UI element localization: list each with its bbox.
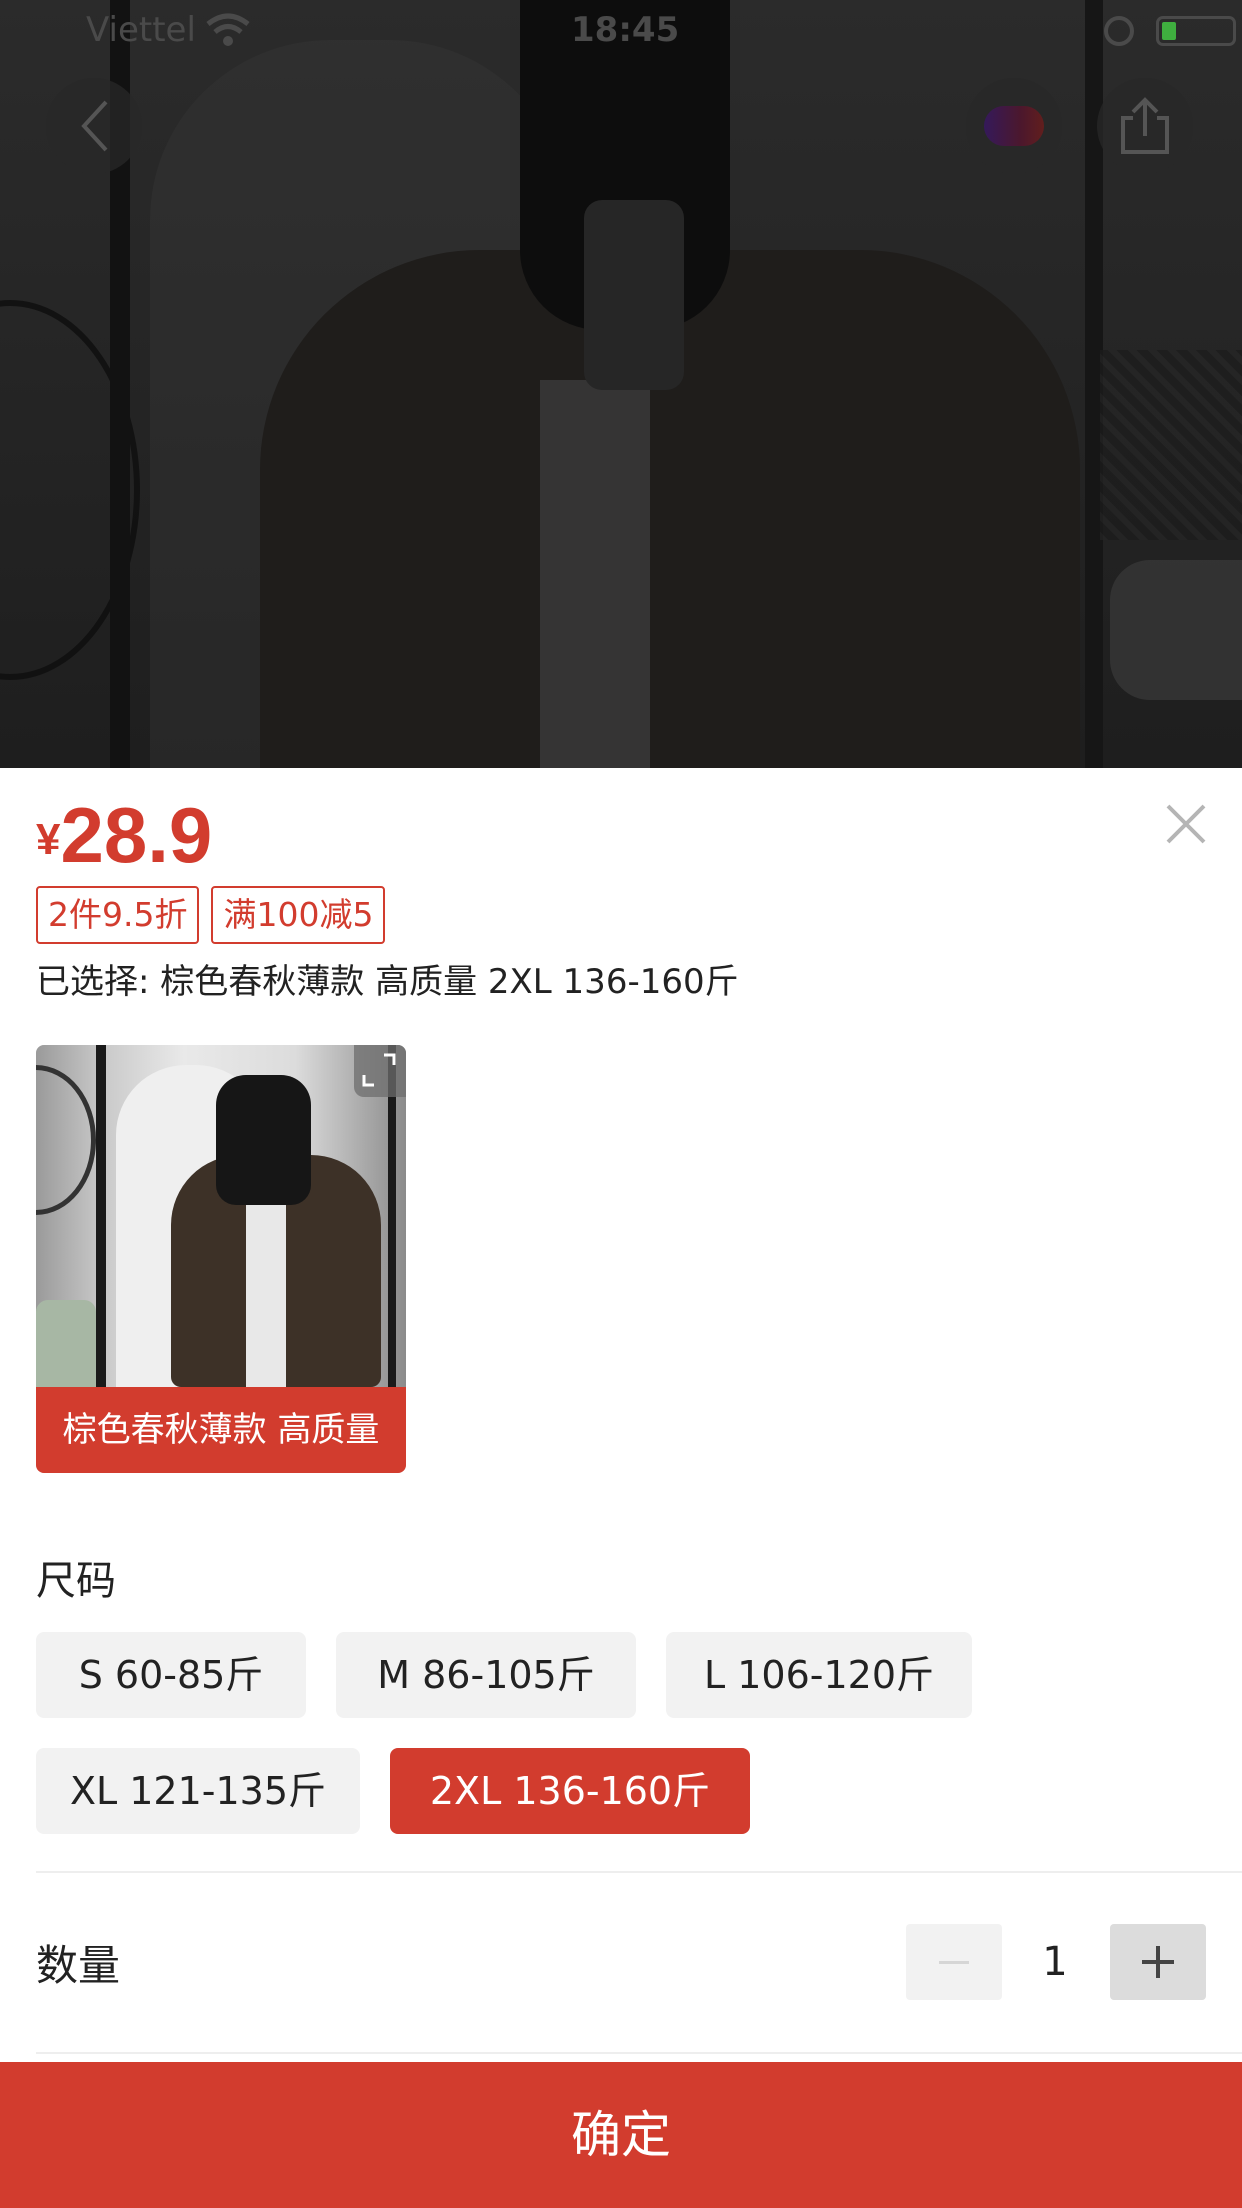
photo-hoodie-shape [540, 380, 650, 768]
color-option-image [36, 1045, 406, 1387]
share-icon [1121, 97, 1169, 154]
thumb-shirt-shape [246, 1175, 286, 1387]
expand-button[interactable] [354, 1045, 406, 1097]
thumb-hair-shape [216, 1075, 311, 1205]
avatar [984, 106, 1044, 146]
size-option-xl[interactable]: XL 121-135斤 [36, 1748, 360, 1834]
thumb-jar-shape [36, 1300, 96, 1387]
orientation-lock-icon [1104, 16, 1134, 46]
status-bar: Viettel 18:45 [0, 0, 1242, 60]
price: ¥28.9 [36, 790, 212, 881]
size-option-m[interactable]: M 86-105斤 [336, 1632, 636, 1718]
divider [36, 1871, 1242, 1873]
thumb-mirror-frame [96, 1045, 106, 1387]
battery-icon [1156, 16, 1236, 46]
color-option[interactable]: 棕色春秋薄款 高质量 [36, 1045, 406, 1473]
quantity-value[interactable]: 1 [1002, 1924, 1108, 2000]
size-option-l[interactable]: L 106-120斤 [666, 1632, 972, 1718]
product-photo-backdrop: Viettel 18:45 [0, 0, 1242, 768]
size-option-s[interactable]: S 60-85斤 [36, 1632, 306, 1718]
status-carrier: Viettel [86, 10, 196, 50]
photo-rug-shape [1100, 350, 1242, 540]
back-button[interactable] [46, 78, 142, 174]
plus-icon-stem [1156, 1946, 1160, 1978]
minus-icon [939, 1961, 969, 1964]
price-currency: ¥ [36, 815, 61, 864]
promo-tag: 2件9.5折 [36, 886, 200, 944]
chevron-left-icon [81, 100, 108, 152]
sku-selection-sheet: ¥28.9 2件9.5折 满100减5 已选择: 棕色春秋薄款 高质量 2XL … [0, 768, 1242, 2208]
status-time: 18:45 [571, 10, 680, 50]
shop-avatar-button[interactable] [966, 78, 1062, 174]
photo-phone-shape [584, 200, 684, 390]
wifi-icon [206, 13, 250, 46]
price-value: 28.9 [60, 791, 213, 879]
size-section-title: 尺码 [36, 1558, 116, 1604]
color-option-label: 棕色春秋薄款 高质量 [36, 1387, 406, 1473]
size-option-2xl[interactable]: 2XL 136-160斤 [390, 1748, 750, 1834]
promo-tag: 满100减5 [211, 886, 386, 944]
expand-icon [362, 1053, 396, 1087]
close-button[interactable] [1160, 798, 1212, 850]
quantity-increment-button[interactable] [1110, 1924, 1206, 2000]
share-button[interactable] [1097, 78, 1193, 174]
quantity-decrement-button[interactable] [906, 1924, 1002, 2000]
selected-variant-text: 已选择: 棕色春秋薄款 高质量 2XL 136-160斤 [36, 962, 739, 1002]
confirm-button[interactable]: 确定 [0, 2062, 1242, 2208]
promo-tags: 2件9.5折 满100减5 [36, 886, 386, 944]
divider [36, 2052, 1242, 2054]
photo-blanket-shape [1110, 560, 1242, 700]
close-icon [1166, 804, 1206, 844]
quantity-label: 数量 [36, 1941, 121, 1990]
thumb-fan-shape [36, 1065, 96, 1215]
